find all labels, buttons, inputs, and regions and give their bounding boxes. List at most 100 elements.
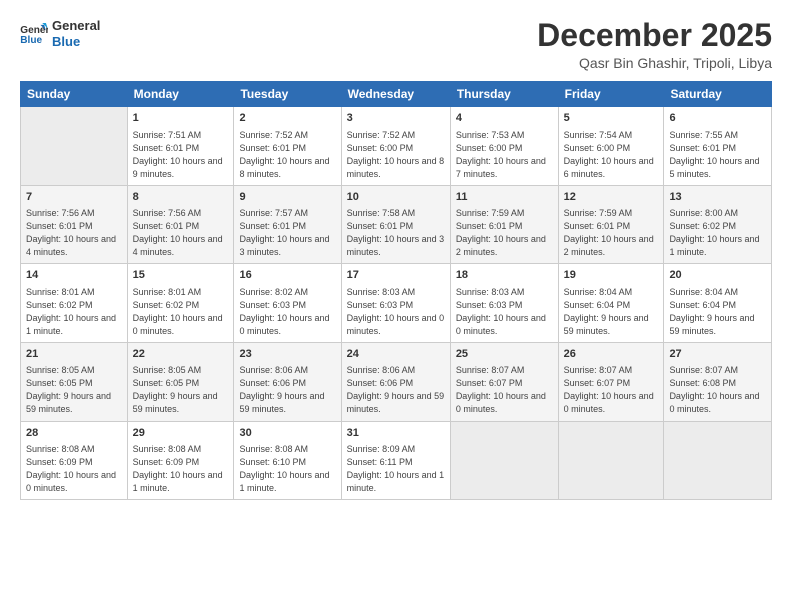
day-number: 6 (669, 111, 766, 126)
day-cell: 5Sunrise: 7:54 AMSunset: 6:00 PMDaylight… (558, 107, 664, 186)
day-info: Sunrise: 8:07 AMSunset: 6:07 PMDaylight:… (456, 364, 553, 416)
day-number: 14 (26, 268, 122, 283)
weekday-thursday: Thursday (450, 82, 558, 107)
day-cell: 4Sunrise: 7:53 AMSunset: 6:00 PMDaylight… (450, 107, 558, 186)
weekday-saturday: Saturday (664, 82, 772, 107)
day-number: 23 (239, 347, 335, 362)
svg-text:Blue: Blue (20, 35, 42, 45)
day-info: Sunrise: 8:08 AMSunset: 6:09 PMDaylight:… (133, 443, 229, 495)
day-cell (21, 107, 128, 186)
day-cell: 19Sunrise: 8:04 AMSunset: 6:04 PMDayligh… (558, 264, 664, 343)
day-number: 1 (133, 111, 229, 126)
day-number: 8 (133, 190, 229, 205)
day-number: 24 (347, 347, 445, 362)
day-info: Sunrise: 8:07 AMSunset: 6:08 PMDaylight:… (669, 364, 766, 416)
day-info: Sunrise: 8:04 AMSunset: 6:04 PMDaylight:… (564, 286, 659, 338)
day-cell: 1 Sunrise: 7:51 AMSunset: 6:01 PMDaylight… (127, 107, 234, 186)
day-info: Sunrise: 8:05 AMSunset: 6:05 PMDaylight:… (133, 364, 229, 416)
day-info: Sunrise: 8:08 AMSunset: 6:09 PMDaylight:… (26, 443, 122, 495)
day-cell: 12 Sunrise: 7:59 AMSunset: 6:01 PMDayligh… (558, 185, 664, 264)
day-number: 26 (564, 347, 659, 362)
day-cell: 13 Sunrise: 8:00 AMSunset: 6:02 PMDayligh… (664, 185, 772, 264)
day-info: Sunrise: 8:01 AMSunset: 6:02 PMDaylight:… (133, 286, 229, 338)
day-info: Sunrise: 8:08 AMSunset: 6:10 PMDaylight:… (239, 443, 335, 495)
day-info: Sunrise: 7:56 AMSunset: 6:01 PMDaylight:… (26, 207, 122, 259)
day-number: 15 (133, 268, 229, 283)
day-info: Sunrise: 8:00 AMSunset: 6:02 PMDaylight:… (669, 207, 766, 259)
day-number: 7 (26, 190, 122, 205)
day-number: 31 (347, 426, 445, 441)
day-cell: 10Sunrise: 7:58 AMSunset: 6:01 PMDayligh… (341, 185, 450, 264)
day-info: Sunrise: 7:52 AMSunset: 6:01 PMDaylight:… (239, 129, 335, 181)
day-info: Sunrise: 8:02 AMSunset: 6:03 PMDaylight:… (239, 286, 335, 338)
day-cell: 14 Sunrise: 8:01 AMSunset: 6:02 PMDayligh… (21, 264, 128, 343)
weekday-friday: Friday (558, 82, 664, 107)
weekday-wednesday: Wednesday (341, 82, 450, 107)
day-cell: 24Sunrise: 8:06 AMSunset: 6:06 PMDayligh… (341, 342, 450, 421)
day-cell: 18Sunrise: 8:03 AMSunset: 6:03 PMDayligh… (450, 264, 558, 343)
day-info: Sunrise: 7:55 AMSunset: 6:01 PMDaylight:… (669, 129, 766, 181)
day-info: Sunrise: 8:04 AMSunset: 6:04 PMDaylight:… (669, 286, 766, 338)
day-number: 29 (133, 426, 229, 441)
day-number: 22 (133, 347, 229, 362)
day-info: Sunrise: 8:07 AMSunset: 6:07 PMDaylight:… (564, 364, 659, 416)
day-info: Sunrise: 7:56 AMSunset: 6:01 PMDaylight:… (133, 207, 229, 259)
logo-blue: Blue (52, 34, 100, 50)
weekday-sunday: Sunday (21, 82, 128, 107)
title-block: December 2025 Qasr Bin Ghashir, Tripoli,… (537, 18, 772, 71)
day-number: 20 (669, 268, 766, 283)
day-cell: 16 Sunrise: 8:02 AMSunset: 6:03 PMDayligh… (234, 264, 341, 343)
day-cell: 17 Sunrise: 8:03 AMSunset: 6:03 PMDayligh… (341, 264, 450, 343)
day-cell: 22 Sunrise: 8:05 AMSunset: 6:05 PMDayligh… (127, 342, 234, 421)
day-cell: 3 Sunrise: 7:52 AMSunset: 6:00 PMDaylight… (341, 107, 450, 186)
day-cell: 15 Sunrise: 8:01 AMSunset: 6:02 PMDayligh… (127, 264, 234, 343)
day-number: 5 (564, 111, 659, 126)
day-cell: 8 Sunrise: 7:56 AMSunset: 6:01 PMDaylight… (127, 185, 234, 264)
week-row-4: 21 Sunrise: 8:05 AMSunset: 6:05 PMDayligh… (21, 342, 772, 421)
day-info: Sunrise: 8:06 AMSunset: 6:06 PMDaylight:… (239, 364, 335, 416)
day-number: 3 (347, 111, 445, 126)
day-number: 11 (456, 190, 553, 205)
day-cell: 23 Sunrise: 8:06 AMSunset: 6:06 PMDayligh… (234, 342, 341, 421)
day-info: Sunrise: 8:05 AMSunset: 6:05 PMDaylight:… (26, 364, 122, 416)
day-number: 17 (347, 268, 445, 283)
location: Qasr Bin Ghashir, Tripoli, Libya (537, 55, 772, 71)
day-info: Sunrise: 8:03 AMSunset: 6:03 PMDaylight:… (347, 286, 445, 338)
day-number: 21 (26, 347, 122, 362)
page: General Blue General Blue December 2025 … (0, 0, 792, 612)
day-cell: 2Sunrise: 7:52 AMSunset: 6:01 PMDaylight… (234, 107, 341, 186)
day-cell: 7 Sunrise: 7:56 AMSunset: 6:01 PMDaylight… (21, 185, 128, 264)
day-number: 13 (669, 190, 766, 205)
logo-general: General (52, 18, 100, 34)
day-cell: 20 Sunrise: 8:04 AMSunset: 6:04 PMDayligh… (664, 264, 772, 343)
day-cell: 31Sunrise: 8:09 AMSunset: 6:11 PMDayligh… (341, 421, 450, 500)
day-info: Sunrise: 7:52 AMSunset: 6:00 PMDaylight:… (347, 129, 445, 181)
day-cell (558, 421, 664, 500)
day-info: Sunrise: 7:51 AMSunset: 6:01 PMDaylight:… (133, 129, 229, 181)
day-number: 9 (239, 190, 335, 205)
weekday-header-row: SundayMondayTuesdayWednesdayThursdayFrid… (21, 82, 772, 107)
day-number: 12 (564, 190, 659, 205)
day-number: 27 (669, 347, 766, 362)
day-info: Sunrise: 7:57 AMSunset: 6:01 PMDaylight:… (239, 207, 335, 259)
day-cell (664, 421, 772, 500)
day-number: 30 (239, 426, 335, 441)
week-row-5: 28Sunrise: 8:08 AMSunset: 6:09 PMDayligh… (21, 421, 772, 500)
day-cell: 26 Sunrise: 8:07 AMSunset: 6:07 PMDayligh… (558, 342, 664, 421)
week-row-3: 14 Sunrise: 8:01 AMSunset: 6:02 PMDayligh… (21, 264, 772, 343)
day-info: Sunrise: 8:01 AMSunset: 6:02 PMDaylight:… (26, 286, 122, 338)
day-cell: 29 Sunrise: 8:08 AMSunset: 6:09 PMDayligh… (127, 421, 234, 500)
day-info: Sunrise: 7:59 AMSunset: 6:01 PMDaylight:… (564, 207, 659, 259)
day-cell (450, 421, 558, 500)
day-cell: 21 Sunrise: 8:05 AMSunset: 6:05 PMDayligh… (21, 342, 128, 421)
weekday-tuesday: Tuesday (234, 82, 341, 107)
weekday-monday: Monday (127, 82, 234, 107)
calendar: SundayMondayTuesdayWednesdayThursdayFrid… (20, 81, 772, 500)
month-title: December 2025 (537, 18, 772, 53)
day-number: 16 (239, 268, 335, 283)
day-number: 10 (347, 190, 445, 205)
logo-icon: General Blue (20, 23, 48, 45)
day-cell: 28Sunrise: 8:08 AMSunset: 6:09 PMDayligh… (21, 421, 128, 500)
day-cell: 30 Sunrise: 8:08 AMSunset: 6:10 PMDayligh… (234, 421, 341, 500)
week-row-2: 7 Sunrise: 7:56 AMSunset: 6:01 PMDaylight… (21, 185, 772, 264)
